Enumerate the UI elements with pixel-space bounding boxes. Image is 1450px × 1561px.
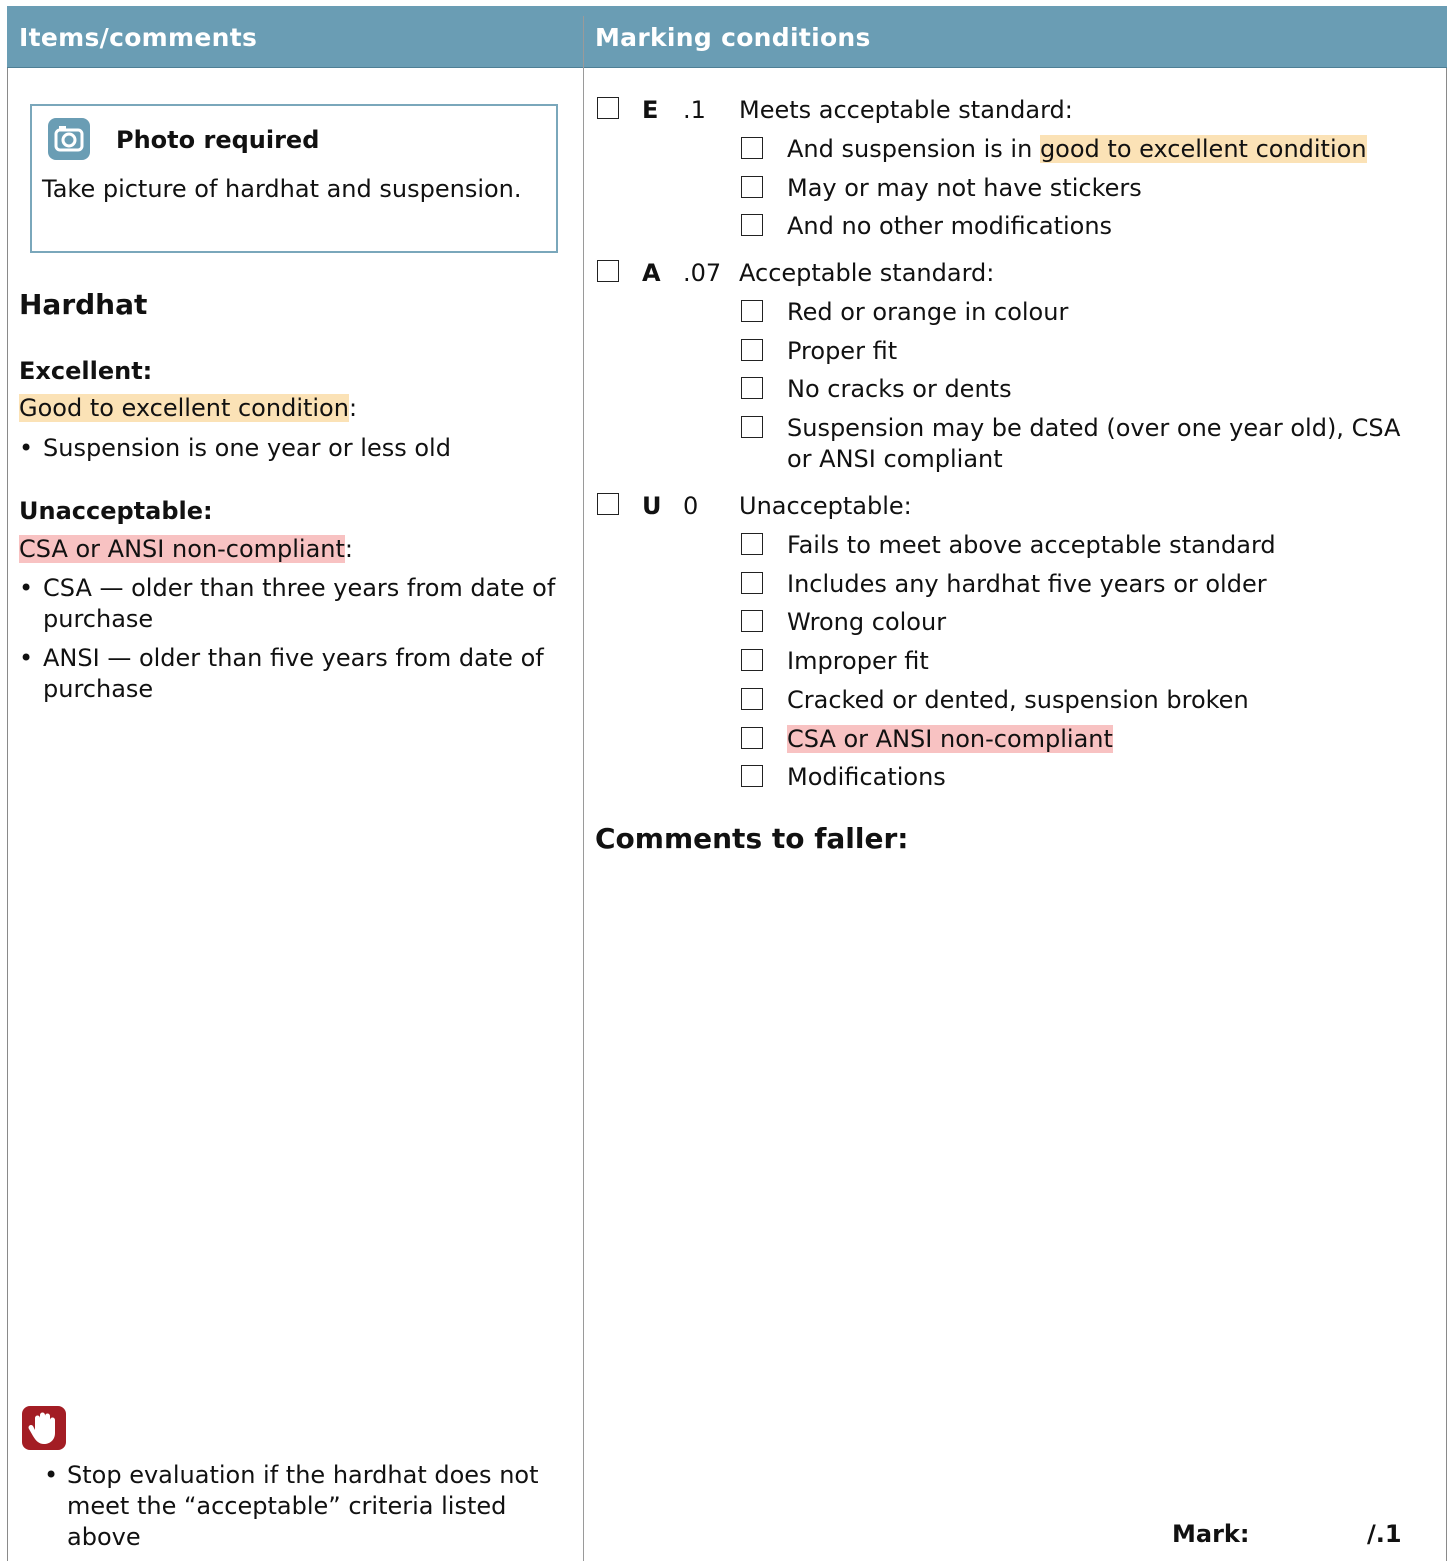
criterion-text: Includes any hardhat five years or older xyxy=(787,570,1267,598)
list-item: • ANSI — older than five years from date … xyxy=(19,643,564,705)
grade-letter: E xyxy=(642,96,659,124)
unacceptable-condition-line: CSA or ANSI non-compliant: xyxy=(19,535,353,563)
excellent-bullet-text: Suspension is one year or less old xyxy=(43,434,451,462)
criterion-checkbox[interactable] xyxy=(741,727,763,749)
section-title: Hardhat xyxy=(19,288,148,321)
grade-a-checkbox[interactable] xyxy=(597,260,619,282)
excellent-condition-line: Good to excellent condition: xyxy=(19,394,357,422)
grade-e-checkbox[interactable] xyxy=(597,97,619,119)
criterion-item: Cracked or dented, suspension broken xyxy=(741,685,1431,716)
criterion-text: And no other modifications xyxy=(787,212,1113,240)
stop-hand-icon xyxy=(22,1406,66,1450)
criterion-item: Includes any hardhat five years or older xyxy=(741,569,1431,600)
grade-letter: U xyxy=(642,492,662,520)
criterion-checkbox[interactable] xyxy=(741,137,763,159)
criterion-item: Fails to meet above acceptable standard xyxy=(741,530,1431,561)
criterion-item: And suspension is in good to excellent c… xyxy=(741,134,1431,165)
grade-letter: A xyxy=(642,259,661,287)
criterion-item: Red or orange in colour xyxy=(741,297,1431,328)
grade-label: Meets acceptable standard: xyxy=(739,96,1073,124)
criterion-text: Wrong colour xyxy=(787,608,947,636)
unacceptable-bullet-text: CSA — older than three years from date o… xyxy=(43,574,556,633)
criterion-item: Modifications xyxy=(741,762,1431,793)
grade-label: Acceptable standard: xyxy=(739,259,995,287)
criterion-text: Improper fit xyxy=(787,647,929,675)
criterion-checkbox[interactable] xyxy=(741,572,763,594)
grade-points: 0 xyxy=(683,492,699,520)
criterion-checkbox[interactable] xyxy=(741,688,763,710)
unacceptable-highlight: CSA or ANSI non-compliant xyxy=(19,535,345,563)
unacceptable-heading: Unacceptable: xyxy=(19,497,213,525)
marking-conditions-header: Marking conditions xyxy=(595,23,871,52)
criterion-text: Red or orange in colour xyxy=(787,298,1069,326)
criterion-text: Proper fit xyxy=(787,337,898,365)
criterion-checkbox[interactable] xyxy=(741,339,763,361)
criterion-text: May or may not have stickers xyxy=(787,174,1142,202)
column-divider xyxy=(583,16,584,1561)
photo-required-box: Photo required Take picture of hardhat a… xyxy=(30,104,558,253)
mark-total: /.1 xyxy=(1367,1520,1402,1548)
criterion-item: Proper fit xyxy=(741,336,1431,367)
criterion-item: Suspension may be dated (over one year o… xyxy=(741,413,1431,475)
unacceptable-suffix: : xyxy=(344,535,353,563)
mark-label: Mark: xyxy=(1172,1520,1250,1548)
table-header: Items/comments Marking conditions xyxy=(7,6,1447,68)
criterion-item: No cracks or dents xyxy=(741,374,1431,405)
grade-points: .1 xyxy=(683,96,706,124)
grade-u-checkbox[interactable] xyxy=(597,493,619,515)
criterion-highlight: good to excellent condition xyxy=(1039,135,1367,163)
criterion-text: No cracks or dents xyxy=(787,375,1012,403)
criterion-text: And suspension is in xyxy=(787,135,1040,163)
stop-text: Stop evaluation if the hardhat does not … xyxy=(67,1461,539,1551)
criterion-checkbox[interactable] xyxy=(741,649,763,671)
grade-points: .07 xyxy=(683,259,722,287)
criterion-checkbox[interactable] xyxy=(741,765,763,787)
criterion-checkbox[interactable] xyxy=(741,610,763,632)
criterion-checkbox[interactable] xyxy=(741,300,763,322)
criterion-text: Cracked or dented, suspension broken xyxy=(787,686,1249,714)
list-item: • Suspension is one year or less old xyxy=(19,433,564,464)
excellent-highlight: Good to excellent condition xyxy=(19,394,349,422)
criterion-item: CSA or ANSI non-compliant xyxy=(741,724,1431,755)
criterion-text: Fails to meet above acceptable standard xyxy=(787,531,1276,559)
comments-label: Comments to faller: xyxy=(595,822,909,855)
criterion-item: Improper fit xyxy=(741,646,1431,677)
list-item: • Stop evaluation if the hardhat does not… xyxy=(44,1460,544,1553)
grade-label: Unacceptable: xyxy=(739,492,912,520)
photo-required-title: Photo required xyxy=(116,126,320,154)
items-comments-header: Items/comments xyxy=(19,23,258,52)
criterion-checkbox[interactable] xyxy=(741,377,763,399)
excellent-heading: Excellent: xyxy=(19,357,153,385)
criterion-checkbox[interactable] xyxy=(741,416,763,438)
criterion-checkbox[interactable] xyxy=(741,176,763,198)
criterion-item: Wrong colour xyxy=(741,607,1431,638)
criterion-item: May or may not have stickers xyxy=(741,173,1431,204)
criterion-item: And no other modifications xyxy=(741,211,1431,242)
unacceptable-bullet-text: ANSI — older than five years from date o… xyxy=(43,644,544,703)
criterion-text: Modifications xyxy=(787,763,946,791)
excellent-suffix: : xyxy=(348,394,358,422)
criterion-checkbox[interactable] xyxy=(741,214,763,236)
list-item: • CSA — older than three years from date … xyxy=(19,573,564,635)
criterion-highlight: CSA or ANSI non-compliant xyxy=(787,725,1113,753)
photo-instruction: Take picture of hardhat and suspension. xyxy=(42,175,522,203)
criterion-text: Suspension may be dated (over one year o… xyxy=(787,414,1401,473)
criterion-checkbox[interactable] xyxy=(741,533,763,555)
camera-icon xyxy=(48,118,90,160)
